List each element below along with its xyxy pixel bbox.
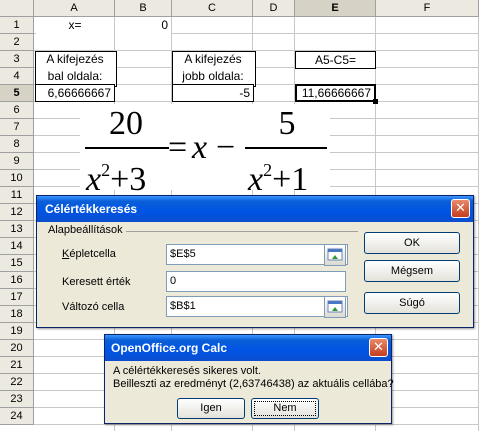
column-header-a[interactable]: A [34,0,115,17]
row-header-3[interactable]: 3 [0,51,34,68]
var-x: x [248,161,264,198]
exponent: 2 [263,160,273,180]
variable-cell-label-text: Változó cella [62,301,125,313]
column-header-f[interactable]: F [376,0,479,17]
column-header-d[interactable]: D [253,0,295,17]
row-header-22[interactable]: 22 [0,374,34,391]
message-dialog: OpenOffice.org Calc ✕ A célértékkeresés … [104,334,394,424]
group-separator [126,231,358,232]
message-line-1: A célértékkeresés sikeres volt. [113,365,261,377]
row-header-4[interactable]: 4 [0,68,34,85]
row-header-21[interactable]: 21 [0,357,34,374]
row-header-5[interactable]: 5 [0,85,34,102]
cell-c4[interactable]: jobb oldala: [173,68,253,85]
fraction-bar-left [85,147,169,149]
fill-handle[interactable] [373,99,378,104]
formula-image: 20 x2+3 = x − 5 x2+1 [80,104,330,198]
help-button[interactable]: Súgó [364,292,460,314]
cell-c5[interactable]: -5 [172,84,254,102]
message-title: OpenOffice.org Calc [105,335,391,361]
formula-cell-field[interactable]: $E$5 [166,244,348,265]
row-header-8[interactable]: 8 [0,136,34,153]
formula-cell-label: Képletcella [62,248,116,260]
target-value-field[interactable]: 0 [166,271,346,292]
select-all-corner[interactable] [0,0,34,17]
cell-a3[interactable]: A kifejezés [36,51,114,68]
shrink-icon [327,248,343,261]
grid-line [34,424,479,425]
row-header-11[interactable]: 11 [0,187,34,204]
shrink-icon [327,300,343,313]
no-button[interactable]: Nem [251,398,319,419]
column-header-e[interactable]: E [295,0,376,17]
fraction-bar-right [245,147,327,149]
row-header-19[interactable]: 19 [0,323,34,340]
row-header-16[interactable]: 16 [0,272,34,289]
message-line-2: Beilleszti az eredményt (2,63746438) az … [113,378,394,390]
group-label: Alapbeállítások [48,224,123,236]
row-header-20[interactable]: 20 [0,340,34,357]
exponent: 2 [101,160,111,180]
var-x: x [86,161,102,198]
row-header-24[interactable]: 24 [0,408,34,425]
variable-cell-field[interactable]: $B$1 [166,296,348,317]
row-header-10[interactable]: 10 [0,170,34,187]
row-header-12[interactable]: 12 [0,204,34,221]
row-header-7[interactable]: 7 [0,119,34,136]
yes-button[interactable]: Igen [177,398,245,419]
row-header-2[interactable]: 2 [0,34,34,51]
cell-e3[interactable]: A5-C5= [295,51,376,69]
close-icon[interactable]: ✕ [369,338,388,357]
goal-seek-title: Célértékkeresés [37,196,473,222]
row-header-14[interactable]: 14 [0,238,34,255]
ok-button[interactable]: OK [364,232,460,254]
den-rest: +1 [272,161,309,198]
shrink-button[interactable] [324,244,346,266]
formula-left-numerator: 20 [109,105,143,142]
shrink-button[interactable] [324,296,346,318]
den-rest: +3 [110,161,147,198]
cancel-button[interactable]: Mégsem [364,260,460,282]
row-header-17[interactable]: 17 [0,289,34,306]
cell-b1[interactable]: 0 [115,17,171,34]
cell-a4[interactable]: bal oldala: [36,68,114,85]
row-header-9[interactable]: 9 [0,153,34,170]
target-value-label-text: Keresett érték [62,276,131,288]
row-header-13[interactable]: 13 [0,221,34,238]
row-header-15[interactable]: 15 [0,255,34,272]
close-icon[interactable]: ✕ [451,199,470,218]
formula-minus: − [216,129,236,166]
column-header-b[interactable]: B [115,0,172,17]
formula-x: x [192,129,208,166]
formula-equals: = [168,129,188,166]
target-value-label: Keresett érték [62,276,130,288]
cell-e5-selected[interactable]: 11,66666667 [295,84,376,102]
goal-seek-dialog: Célértékkeresés ✕ Alapbeállítások Képlet… [36,195,474,328]
row-header-1[interactable]: 1 [0,17,34,34]
column-header-c[interactable]: C [172,0,253,17]
formula-right-denominator: x2+1 [248,152,332,198]
row-header-6[interactable]: 6 [0,102,34,119]
formula-right-numerator: 5 [278,105,296,142]
variable-cell-label: Változó cella [62,301,124,313]
cell-c3[interactable]: A kifejezés [173,51,253,68]
cell-a5[interactable]: 6,66666667 [35,84,115,102]
cell-a1[interactable]: x= [36,17,114,34]
row-header-18[interactable]: 18 [0,306,34,323]
formula-left-denominator: x2+3 [86,152,170,198]
row-header-23[interactable]: 23 [0,391,34,408]
formula-cell-label-text: épletcella [69,248,116,260]
